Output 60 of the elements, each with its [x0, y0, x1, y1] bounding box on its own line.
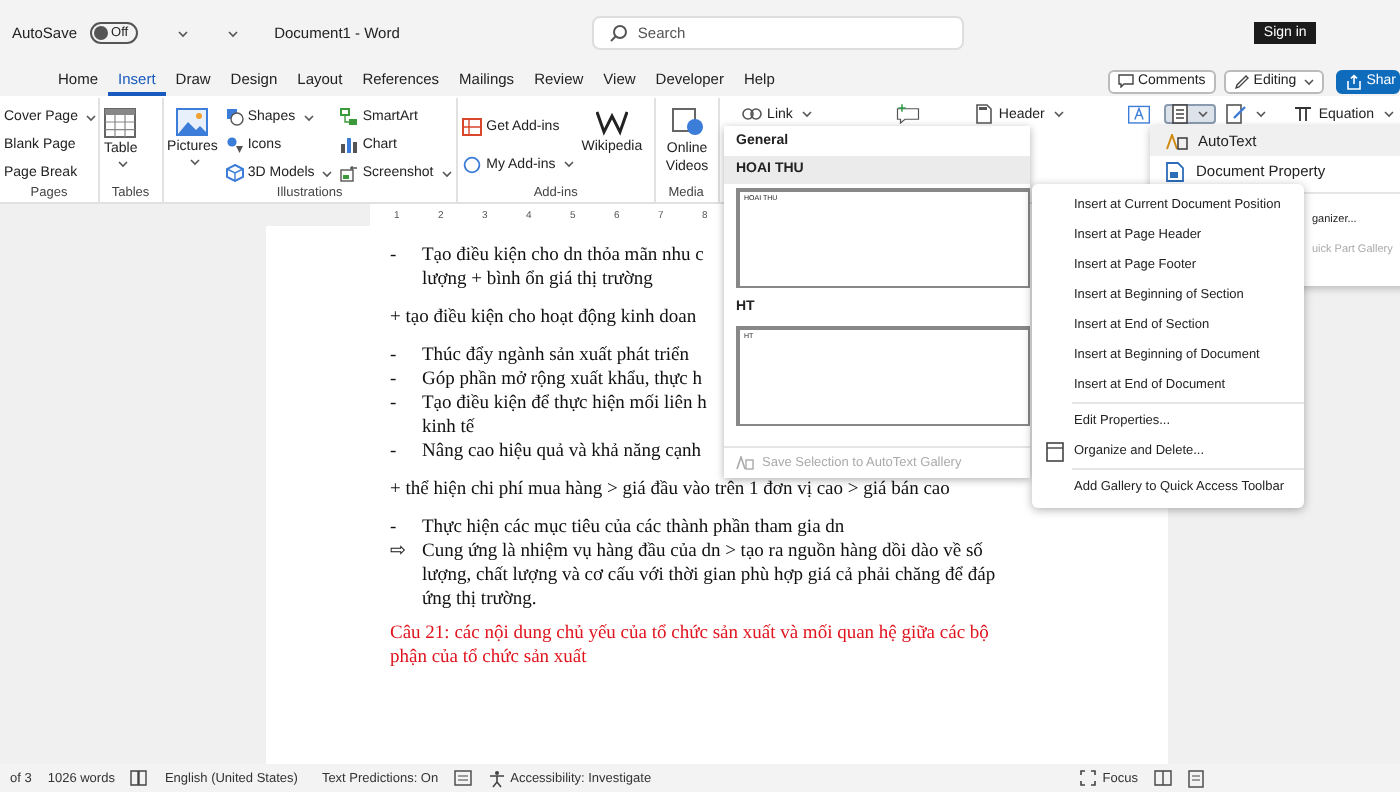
list-item-text: Tạo điều kiện cho dn thỏa mãn nhu c lượng + bình ổn giá thị trường	[422, 244, 704, 292]
signature-icon	[1226, 104, 1247, 124]
autotext-icon	[736, 456, 754, 470]
caret-icon	[1304, 77, 1315, 85]
caret-icon	[441, 169, 452, 177]
paragraph-text: + thể hiện chi phí mua hàng > giá đầu vào trên 1 đơn vị cao > giá bán cao	[390, 478, 950, 502]
quick-parts-button[interactable]	[1164, 104, 1217, 124]
list-item-text: Tạo điều kiện để thực hiện mối liên h kinh tế	[422, 392, 707, 440]
caret-icon	[178, 29, 189, 37]
list-item-text: Nâng cao hiệu quả và khả năng cạnh	[422, 440, 702, 464]
list-marker: -	[390, 344, 399, 368]
smartart-icon	[340, 108, 359, 126]
text-box-icon	[1128, 104, 1151, 124]
organizer-icon	[1046, 441, 1064, 461]
table-icon	[104, 108, 137, 138]
cube-icon	[225, 164, 244, 182]
caret-icon	[322, 169, 333, 177]
caret-icon	[1256, 110, 1267, 118]
caret-icon	[563, 160, 574, 168]
caret-icon	[85, 113, 96, 121]
caret-icon	[117, 160, 128, 168]
caret-icon	[1054, 110, 1065, 118]
pencil-icon	[1233, 73, 1250, 89]
caret-icon	[303, 113, 314, 121]
caret-icon	[228, 29, 239, 37]
accessibility-icon[interactable]	[488, 769, 507, 787]
list-item-text: Thực hiện các mục tiêu của các thành phần tham gia dn	[422, 516, 845, 540]
document-parts-icon	[1172, 104, 1189, 124]
list-marker: -	[390, 368, 399, 392]
comment-icon	[1117, 74, 1134, 88]
link-icon	[741, 108, 762, 120]
share-icon	[1346, 73, 1363, 89]
list-item-text: Thúc đẩy ngành sản xuất phát triển	[422, 344, 689, 368]
paragraph-text: + tạo điều kiện cho hoạt động kinh doan	[390, 306, 697, 330]
print-layout-icon[interactable]	[1188, 769, 1204, 787]
pi-icon	[1294, 106, 1313, 122]
read-mode-icon[interactable]	[1154, 770, 1172, 786]
list-marker: -	[390, 516, 399, 540]
autotext-icon	[1166, 133, 1188, 149]
question-heading: Câu 21: các nội dung chủ yếu của tổ chức sản xuất và mối quan hệ giữa các bộ phận của tổ chức sản xuất	[390, 622, 989, 670]
caret-icon	[802, 110, 813, 118]
caret-icon	[189, 158, 200, 166]
caret-icon	[1198, 110, 1209, 118]
list-marker: ⇨	[390, 540, 408, 566]
list-marker: -	[390, 392, 399, 418]
shapes-icon	[225, 108, 244, 126]
wikipedia-logo-icon	[595, 108, 628, 136]
list-item-text: Cung ứng là nhiệm vụ hàng đầu của dn > tạo ra nguồn hàng dồi dào về số lượng, chất lượng và cơ cấu với thời gian phù hợp giá cả phải chăng để đáp ứng thị trường.	[422, 540, 996, 612]
list-marker: -	[390, 440, 399, 464]
proofing-icon[interactable]	[130, 770, 149, 786]
list-item-text: Góp phần mở rộng xuất khẩu, thực h	[422, 368, 702, 392]
caret-icon	[1384, 110, 1394, 118]
screenshot-icon	[340, 164, 359, 182]
list-marker: -	[390, 244, 399, 270]
bar-chart-icon	[340, 136, 359, 154]
icons-icon	[225, 136, 244, 154]
picture-icon	[176, 108, 209, 136]
focus-icon	[1080, 770, 1097, 786]
video-globe-icon	[671, 108, 704, 136]
search-icon	[609, 24, 628, 42]
